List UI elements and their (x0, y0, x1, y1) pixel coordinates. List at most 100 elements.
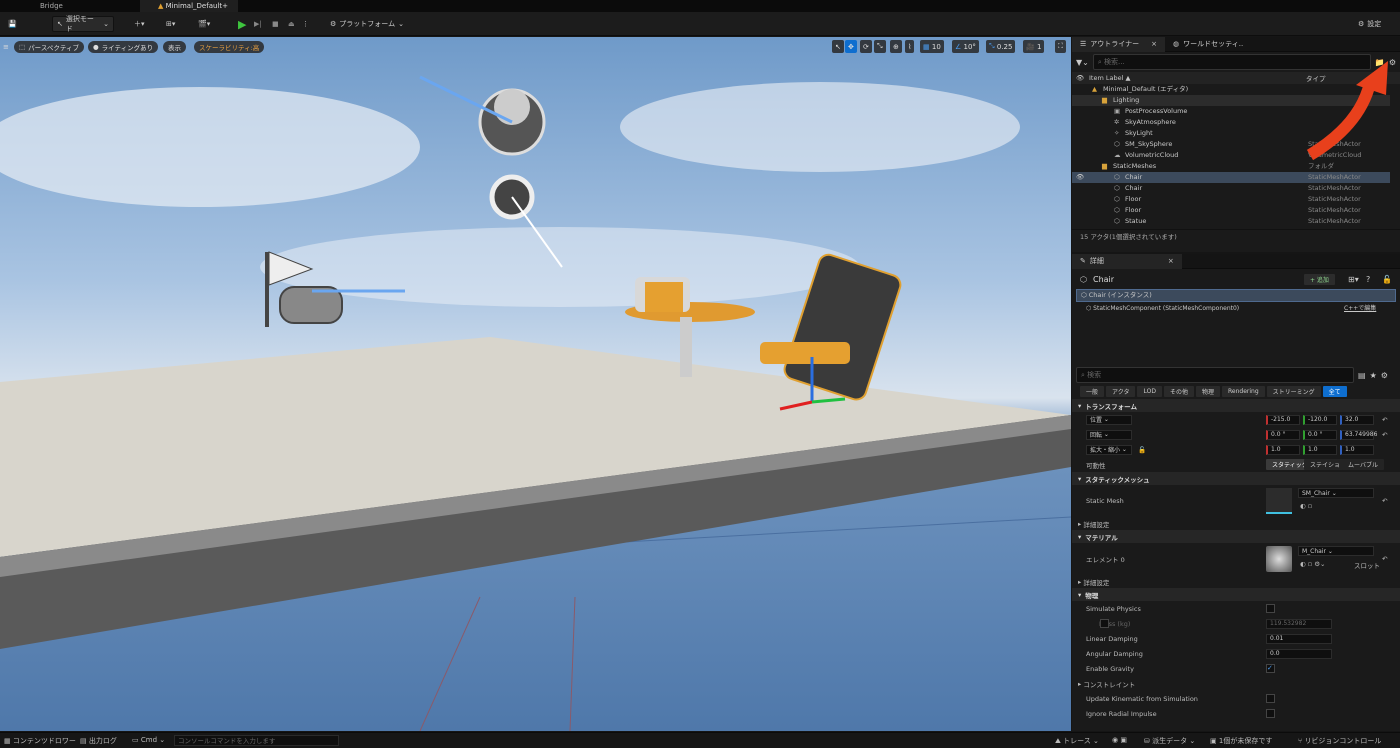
advanced-row[interactable]: ▸ 詳細設定 (1072, 517, 1400, 530)
camera-speed-button[interactable]: 🎥 1 (1023, 40, 1045, 53)
console-input[interactable]: コンソールコマンドを入力します (174, 735, 339, 746)
blueprint-icon[interactable]: ⊞▾ (1348, 275, 1359, 284)
cinematics-button[interactable]: 🎬▾ (194, 16, 214, 32)
visibility-icon[interactable]: 👁 (1076, 172, 1084, 183)
location-x[interactable]: -215.0 (1266, 414, 1300, 425)
tab-world-settings[interactable]: ◍ ワールドセッティ.. (1165, 37, 1251, 52)
mesh-thumbnail[interactable] (1266, 488, 1292, 514)
location-dropdown[interactable]: 位置 ⌄ (1086, 414, 1132, 425)
derived-data-button[interactable]: ⛁ 派生データ ⌄ (1144, 736, 1195, 746)
save-icon[interactable]: 💾 (4, 16, 21, 32)
blueprint-button[interactable]: ⊞▾ (162, 16, 179, 32)
settings-button[interactable]: ⚙ 設定 (1354, 16, 1385, 32)
filter-tab[interactable]: 全て (1322, 385, 1347, 397)
help-icon[interactable]: ? (1366, 275, 1370, 284)
platforms-dropdown[interactable]: ⚙ プラットフォーム ⌄ (326, 16, 408, 32)
perspective-button[interactable]: ⬚ パースペクティブ (14, 41, 84, 53)
rotation-z[interactable]: 63.749986 (1340, 429, 1377, 440)
gear-icon[interactable]: ⚙ (1381, 371, 1388, 380)
rotation-snap-button[interactable]: ∠ 10° (952, 40, 979, 53)
filter-tab[interactable]: ストリーミング (1266, 385, 1321, 397)
scale-snap-button[interactable]: ⤡ 0.25 (986, 40, 1016, 53)
column-item-label[interactable]: Item Label ▲ (1089, 74, 1130, 82)
table-view-icon[interactable]: ▤ (1358, 371, 1366, 380)
reset-icon[interactable]: ↶ (1382, 555, 1387, 563)
static-mesh-dropdown[interactable]: SM_Chair ⌄ (1298, 488, 1374, 498)
lock-icon[interactable]: 🔓 (1138, 446, 1146, 454)
mass-field[interactable]: 119.532982 (1266, 618, 1332, 629)
advanced-row-material[interactable]: ▸ 詳細設定 (1072, 575, 1400, 588)
browse-icon[interactable]: ◐ ▫ (1300, 502, 1312, 510)
tab-details[interactable]: ✎ 詳細 × (1072, 253, 1182, 269)
output-log-button[interactable]: ▤ 出力ログ (80, 736, 117, 746)
reset-icon[interactable]: ↶ (1382, 431, 1387, 439)
filter-tab[interactable]: アクタ (1106, 385, 1136, 397)
scale-y[interactable]: 1.0 (1303, 444, 1337, 455)
show-button[interactable]: 表示 (163, 41, 186, 53)
rotation-x[interactable]: 0.0 ° (1266, 429, 1300, 440)
mass-override-checkbox[interactable] (1100, 619, 1109, 628)
details-search-input[interactable]: ⌕ 検索 (1076, 367, 1354, 383)
component-row[interactable]: ⬡ StaticMeshComponent (StaticMeshCompone… (1072, 302, 1400, 315)
mode-dropdown[interactable]: ↖ 選択モード ⌄ (52, 15, 114, 33)
section-transform[interactable]: ▾ トランスフォーム (1072, 399, 1400, 412)
rotation-dropdown[interactable]: 回転 ⌄ (1086, 429, 1132, 440)
kinematic-checkbox[interactable] (1266, 694, 1275, 703)
section-materials[interactable]: ▾ マテリアル (1072, 530, 1400, 543)
outliner-row[interactable]: ⬡ Floor StaticMeshActor (1072, 194, 1390, 205)
tab-outliner[interactable]: ☰ アウトライナー × (1072, 36, 1166, 52)
rotate-tool-icon[interactable]: ⟳ (860, 40, 872, 53)
camera-icon[interactable]: ◉ ▣ (1112, 736, 1127, 744)
select-tool-icon[interactable]: ↖ (832, 40, 844, 53)
mobility-stationary[interactable]: ステイショ (1304, 459, 1347, 470)
grid-snap-button[interactable]: ▦ 10 (920, 40, 944, 53)
add-component-button[interactable]: + 追加 (1304, 273, 1335, 285)
step-icon[interactable]: ▶| (250, 16, 266, 32)
scale-tool-icon[interactable]: ⤡ (874, 40, 886, 53)
scale-x[interactable]: 1.0 (1266, 444, 1300, 455)
cmd-dropdown[interactable]: ▭ Cmd ⌄ (132, 736, 165, 744)
surface-snap-icon[interactable]: ⌇ (905, 40, 915, 53)
simulate-physics-checkbox[interactable] (1266, 604, 1275, 613)
filter-tab[interactable]: 一般 (1080, 385, 1105, 397)
reset-icon[interactable]: ↶ (1382, 497, 1387, 505)
reset-icon[interactable]: ↶ (1382, 416, 1387, 424)
filter-tab[interactable]: Rendering (1222, 385, 1265, 397)
lock-icon[interactable]: 🔓 (1382, 275, 1392, 284)
location-z[interactable]: 32.0 (1340, 414, 1374, 425)
component-instance-row[interactable]: ⬡ Chair (インスタンス) (1076, 289, 1396, 302)
viewport-menu-icon[interactable]: ≡ (0, 40, 12, 53)
level-viewport[interactable]: ≡ ⬚ パースペクティブ ● ライティングあり 表示 スケーラビリティ:高 ↖ ✥ … (0, 37, 1071, 731)
outliner-row[interactable]: ⬡ Floor StaticMeshActor (1072, 205, 1390, 216)
section-static-mesh[interactable]: ▾ スタティックメッシュ (1072, 472, 1400, 485)
maximize-icon[interactable]: ⛶ (1055, 40, 1066, 53)
add-actor-button[interactable]: ＋▾ (130, 16, 149, 32)
section-physics[interactable]: ▾ 物理 (1072, 588, 1400, 601)
close-icon[interactable]: × (1151, 40, 1157, 48)
scalability-button[interactable]: スケーラビリティ:高 (194, 41, 265, 53)
material-dropdown[interactable]: M_Chair ⌄ (1298, 546, 1374, 556)
angular-damping-field[interactable]: 0.0 (1266, 648, 1332, 659)
location-y[interactable]: -120.0 (1303, 414, 1337, 425)
outliner-row[interactable]: 👁 ⬡ Chair StaticMeshActor (1072, 172, 1390, 183)
outliner-row[interactable]: ⬡ Statue StaticMeshActor (1072, 216, 1390, 227)
material-thumbnail[interactable] (1266, 546, 1292, 572)
filter-tab[interactable]: 物理 (1195, 385, 1220, 397)
linear-damping-field[interactable]: 0.01 (1266, 633, 1332, 644)
filter-icon[interactable]: ▼⌄ (1076, 58, 1089, 67)
scale-dropdown[interactable]: 拡大・縮小 ⌄ (1086, 444, 1132, 455)
close-icon[interactable]: × (1168, 257, 1174, 265)
browse-icon[interactable]: ◐ ▫ ⚙⌄ (1300, 560, 1325, 568)
edit-cpp-link[interactable]: C++で編集 (1344, 302, 1376, 315)
filter-tab[interactable]: LOD (1137, 385, 1162, 397)
radial-impulse-checkbox[interactable] (1266, 709, 1275, 718)
gravity-checkbox[interactable]: ✓ (1266, 664, 1275, 673)
constraints-row[interactable]: ▸ コンストレイント (1072, 676, 1400, 691)
viewport-scene[interactable] (0, 37, 1071, 731)
world-space-icon[interactable]: ⊕ (890, 40, 902, 53)
filter-tab[interactable]: その他 (1163, 385, 1194, 397)
content-drawer-button[interactable]: ▦ コンテンツドロワー (4, 736, 76, 746)
mobility-movable[interactable]: ムーバブル (1342, 459, 1384, 470)
play-icon[interactable]: ▶ (234, 16, 250, 32)
tab-bridge[interactable]: Bridge (30, 0, 73, 12)
